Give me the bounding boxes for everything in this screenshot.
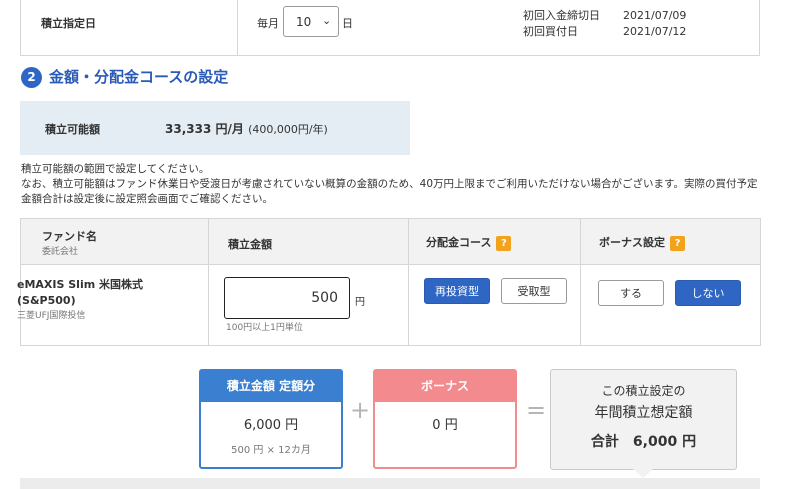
help-icon[interactable]: ? bbox=[496, 235, 512, 251]
annual-total-card: この積立設定の 年間積立想定額 合計 6,000 円 bbox=[550, 369, 737, 478]
first-deadline-value: 2021/07/09 bbox=[623, 9, 687, 22]
first-purchase-row: 初回買付日 2021/07/12 bbox=[523, 23, 686, 39]
amount-unit: 円 bbox=[355, 297, 365, 308]
fixed-amount-card: 積立金額 定額分 6,000 円 500 円 × 12カ月 bbox=[199, 369, 343, 469]
first-deadline-row: 初回入金締切日 2021/07/09 bbox=[523, 7, 686, 23]
annual-total-amount: 合計 6,000 円 bbox=[590, 434, 697, 450]
schedule-label: 積立指定日 bbox=[41, 17, 96, 30]
bonus-card: ボーナス 0 円 bbox=[373, 369, 517, 469]
available-monthly: 33,333 円/月 bbox=[165, 122, 244, 136]
fixed-amount-detail: 500 円 × 12カ月 bbox=[231, 445, 311, 456]
fund-company: 三菱UFJ国際投信 bbox=[17, 311, 86, 321]
section-title: 金額・分配金コースの設定 bbox=[49, 68, 229, 86]
dividend-reinvest-button[interactable]: 再投資型 bbox=[424, 278, 490, 304]
bottom-band bbox=[20, 478, 760, 489]
chevron-down-icon: ⌄ bbox=[322, 14, 332, 27]
header-dividend: 分配金コース? bbox=[426, 234, 512, 251]
first-deadline-label: 初回入金締切日 bbox=[523, 9, 600, 22]
first-purchase-label: 初回買付日 bbox=[523, 25, 578, 38]
header-fund-company: 委託会社 bbox=[42, 247, 79, 257]
section-number-badge: 2 bbox=[21, 67, 42, 88]
bonus-amount-value: 0 円 bbox=[432, 418, 458, 433]
notes-text: 積立可能額の範囲で設定してください。 なお、積立可能額はファンド休業日や受渡日が… bbox=[21, 162, 761, 207]
day-suffix: 日 bbox=[342, 17, 353, 30]
annual-total-line-2: 年間積立想定額 bbox=[594, 405, 693, 421]
header-bonus-label: ボーナス設定 bbox=[599, 236, 665, 249]
fund-name: eMAXIS Slim 米国株式 (S&P500) bbox=[17, 277, 143, 309]
header-dividend-label: 分配金コース bbox=[426, 236, 492, 249]
fixed-amount-card-header: 積立金額 定額分 bbox=[201, 371, 341, 402]
amount-input[interactable]: 500 bbox=[224, 277, 350, 319]
notes-line-1: 積立可能額の範囲で設定してください。 bbox=[21, 163, 210, 175]
bonus-off-button[interactable]: しない bbox=[675, 280, 741, 306]
header-amount: 積立金額 bbox=[228, 238, 272, 251]
notes-line-2: なお、積立可能額はファンド休業日や受渡日が考慮されていない概算の金額のため、40… bbox=[21, 178, 758, 205]
column-divider bbox=[408, 219, 409, 345]
column-divider bbox=[580, 219, 581, 345]
header-bonus: ボーナス設定? bbox=[599, 234, 685, 251]
monthly-label: 毎月 bbox=[257, 17, 279, 30]
first-purchase-value: 2021/07/12 bbox=[623, 25, 687, 38]
bonus-on-button[interactable]: する bbox=[598, 280, 664, 306]
amount-input-value: 500 bbox=[311, 290, 338, 306]
dividend-receive-button[interactable]: 受取型 bbox=[501, 278, 567, 304]
header-fund-name: ファンド名 bbox=[42, 230, 97, 243]
plus-sign: + bbox=[350, 396, 371, 424]
available-amount-panel: 積立可能額 33,333 円/月 (400,000円/年) bbox=[20, 101, 410, 155]
fixed-amount-value: 6,000 円 bbox=[243, 418, 299, 433]
available-amount-value: 33,333 円/月 (400,000円/年) bbox=[165, 120, 328, 137]
fund-name-line-1: eMAXIS Slim 米国株式 bbox=[17, 278, 144, 291]
annual-total-line-1: この積立設定の bbox=[601, 384, 686, 398]
available-amount-label: 積立可能額 bbox=[45, 123, 100, 136]
bonus-card-header: ボーナス bbox=[375, 371, 515, 402]
day-select-value: 10 bbox=[296, 15, 312, 29]
fund-name-line-2: (S&P500) bbox=[17, 294, 76, 307]
amount-hint: 100円以上1円単位 bbox=[226, 323, 303, 333]
equals-sign: = bbox=[526, 396, 547, 424]
help-icon[interactable]: ? bbox=[670, 235, 685, 251]
card-pointer bbox=[633, 469, 653, 478]
available-yearly: (400,000円/年) bbox=[248, 123, 328, 136]
day-select[interactable]: 10 ⌄ bbox=[283, 6, 339, 37]
column-divider bbox=[208, 219, 209, 345]
schedule-label-cell: 積立指定日 bbox=[21, 0, 238, 55]
